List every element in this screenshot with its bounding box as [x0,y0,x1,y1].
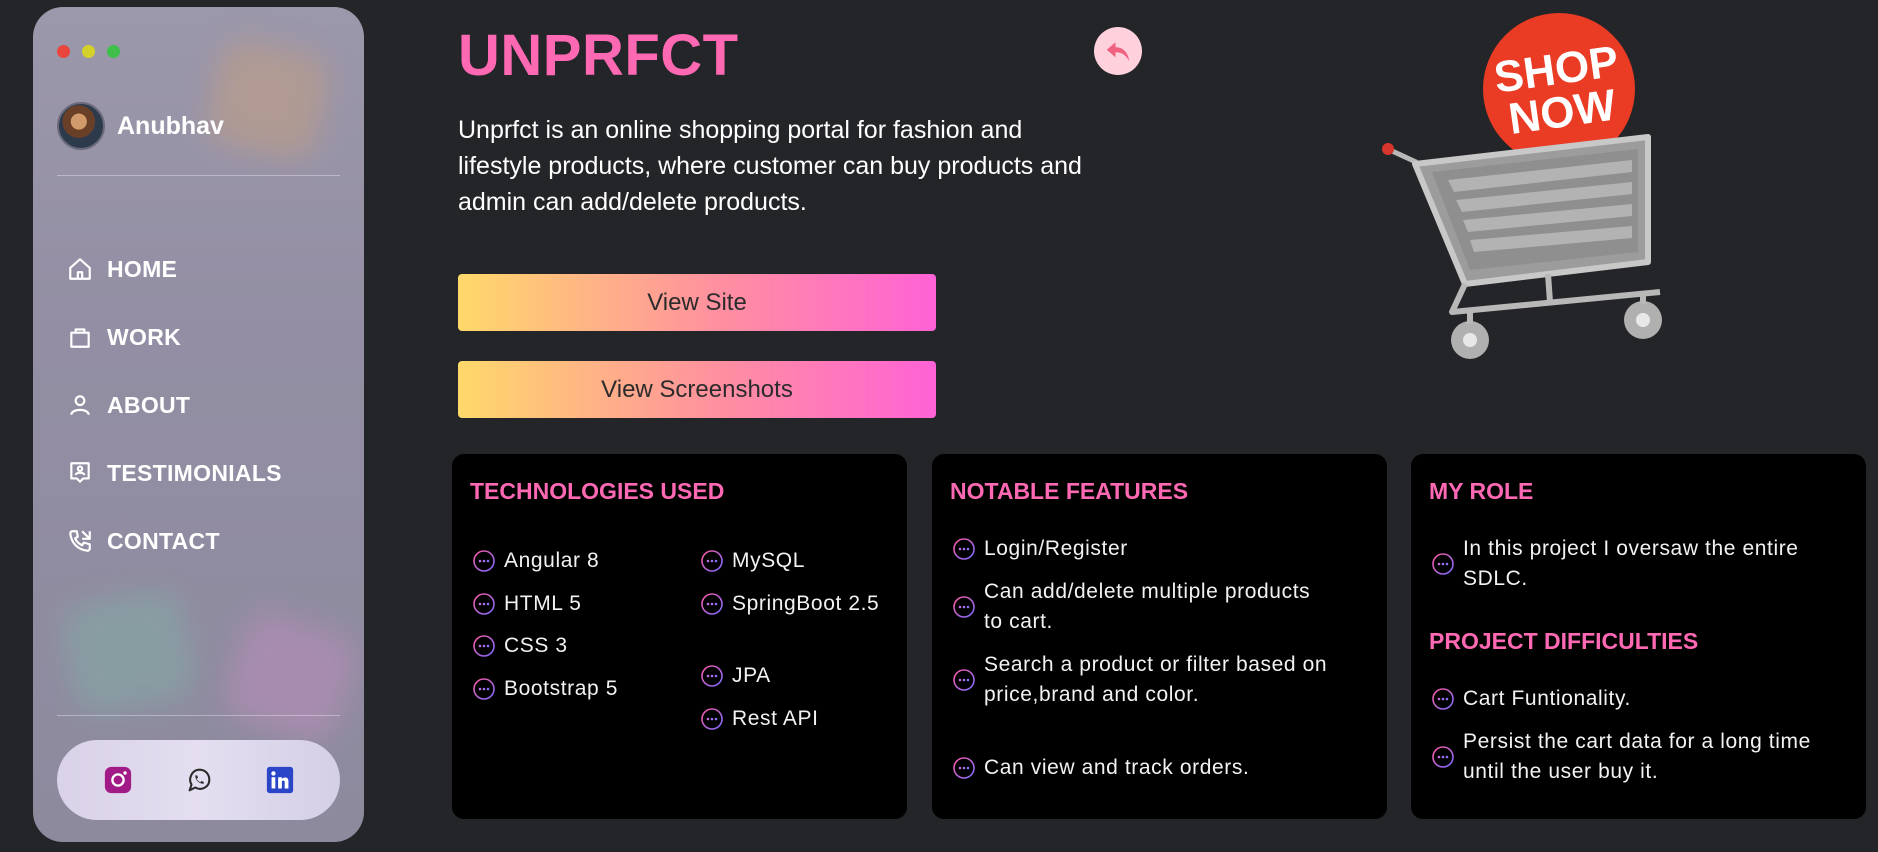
list-item: Can view and track orders. [952,753,1372,783]
phone-icon [69,530,91,552]
view-screenshots-button[interactable]: View Screenshots [458,361,936,418]
shopping-cart-illustration: SHOP NOW [1382,13,1662,359]
list-item: SpringBoot 2.5 [700,589,890,619]
list-item: MySQL [700,546,805,576]
minimize-dot[interactable] [82,45,95,58]
role-card: MY ROLE In this project I oversaw the en… [1411,454,1866,819]
testimonial-icon [70,462,90,483]
ellipsis-bullet-icon [700,592,724,616]
ellipsis-bullet-icon [472,592,496,616]
list-item: Login/Register [952,534,1372,564]
list-item: Persist the cart data for a long time un… [1431,727,1851,787]
sidebar-item-label: ABOUT [107,391,191,418]
sidebar-item-label: HOME [107,255,178,282]
sidebar-item-home[interactable]: HOME [67,235,282,303]
list-item: Bootstrap 5 [472,674,618,704]
reply-arrow-icon [1106,42,1130,61]
divider [57,715,340,716]
profile-name: Anubhav [117,111,224,140]
technologies-card: TECHNOLOGIES USED Angular 8 HTML 5 CSS 3… [452,454,907,819]
ellipsis-bullet-icon [952,756,976,780]
sidebar-item-label: CONTACT [107,527,220,554]
ellipsis-bullet-icon [1431,552,1455,576]
project-description: Unprfct is an online shopping portal for… [458,116,1082,216]
role-heading: MY ROLE [1429,478,1534,504]
divider [57,175,340,176]
difficulties-heading: PROJECT DIFFICULTIES [1429,628,1699,654]
ellipsis-bullet-icon [952,595,976,619]
list-item: Can add/delete multiple products to cart… [952,577,1332,637]
features-card: NOTABLE FEATURES Login/Register Can add/… [932,454,1387,819]
ellipsis-bullet-icon [952,537,976,561]
list-item: Cart Funtionality. [1431,684,1851,714]
features-heading: NOTABLE FEATURES [950,478,1189,504]
sidebar-item-label: WORK [107,323,182,350]
briefcase-icon [70,328,90,348]
ellipsis-bullet-icon [700,549,724,573]
profile[interactable]: Anubhav [57,102,224,150]
view-site-button[interactable]: View Site [458,274,936,331]
sidebar-item-about[interactable]: ABOUT [67,371,282,439]
list-item: CSS 3 [472,631,568,661]
back-button[interactable] [1094,27,1142,75]
instagram-icon[interactable] [101,763,135,797]
maximize-dot[interactable] [107,45,120,58]
user-icon [70,395,90,416]
avatar [57,102,105,150]
close-dot[interactable] [57,45,70,58]
project-title: UNPRFCT [458,23,739,88]
sidebar-item-work[interactable]: WORK [67,303,282,371]
ellipsis-bullet-icon [700,664,724,688]
sidebar-item-label: TESTIMONIALS [107,459,282,486]
list-item: JPA [700,661,771,691]
ellipsis-bullet-icon [1431,745,1455,769]
ellipsis-bullet-icon [1431,687,1455,711]
technologies-heading: TECHNOLOGIES USED [470,478,725,504]
linkedin-icon[interactable] [263,763,297,797]
ellipsis-bullet-icon [952,668,976,692]
ellipsis-bullet-icon [472,634,496,658]
home-icon [69,258,91,280]
sidebar-item-contact[interactable]: CONTACT [67,507,282,575]
whatsapp-icon[interactable] [182,763,216,797]
list-item: Search a product or filter based on pric… [952,650,1352,710]
sidebar-item-testimonials[interactable]: TESTIMONIALS [67,439,282,507]
ellipsis-bullet-icon [700,707,724,731]
sidebar-nav: HOME WORK ABOUT TESTIMONIALS CONTACT [67,235,282,575]
decorative-blob [218,606,363,748]
list-item: Angular 8 [472,546,599,576]
list-item: HTML 5 [472,589,582,619]
ellipsis-bullet-icon [472,677,496,701]
sidebar: Anubhav HOME WORK ABOUT TESTIMONIALS CON… [33,7,364,842]
window-controls [57,45,120,58]
decorative-blob [59,587,197,717]
list-item: Rest API [700,704,819,734]
list-item: In this project I oversaw the entire SDL… [1431,534,1851,594]
ellipsis-bullet-icon [472,549,496,573]
social-links [57,740,340,820]
